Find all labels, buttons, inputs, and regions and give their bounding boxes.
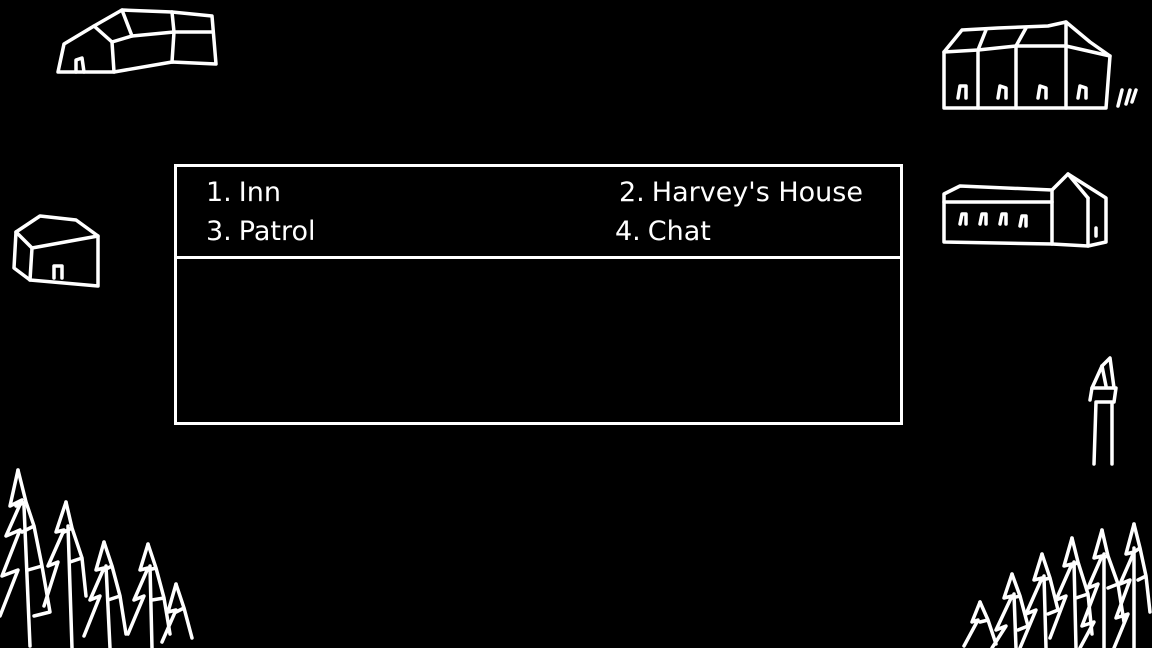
menu-option-inn[interactable]: 1. Inn [206, 179, 281, 206]
dialogue-panel: 1. Inn 2. Harvey's House 3. Patrol 4. Chat [174, 164, 903, 425]
menu-option-label: Patrol [238, 216, 316, 247]
menu-option-number: 1. [206, 177, 232, 208]
menu-option-patrol[interactable]: 3. Patrol [206, 218, 316, 245]
pine-trees-icon [962, 522, 1152, 648]
menu-option-label: Chat [647, 216, 711, 247]
menu-option-number: 2. [619, 177, 645, 208]
tower-icon [1088, 356, 1118, 466]
house-icon [56, 8, 218, 74]
inn-icon [942, 20, 1138, 110]
menu-option-label: Inn [238, 177, 281, 208]
menu-option-label: Harvey's House [651, 177, 863, 208]
church-icon [942, 172, 1108, 248]
menu-option-number: 4. [615, 216, 641, 247]
location-menu: 1. Inn 2. Harvey's House 3. Patrol 4. Chat [177, 167, 900, 259]
dialogue-text-area [177, 259, 900, 421]
menu-option-harveys-house[interactable]: 2. Harvey's House [619, 179, 863, 206]
menu-option-number: 3. [206, 216, 232, 247]
cottage-icon [12, 214, 100, 288]
menu-option-chat[interactable]: 4. Chat [615, 218, 711, 245]
pine-trees-icon [0, 468, 194, 648]
